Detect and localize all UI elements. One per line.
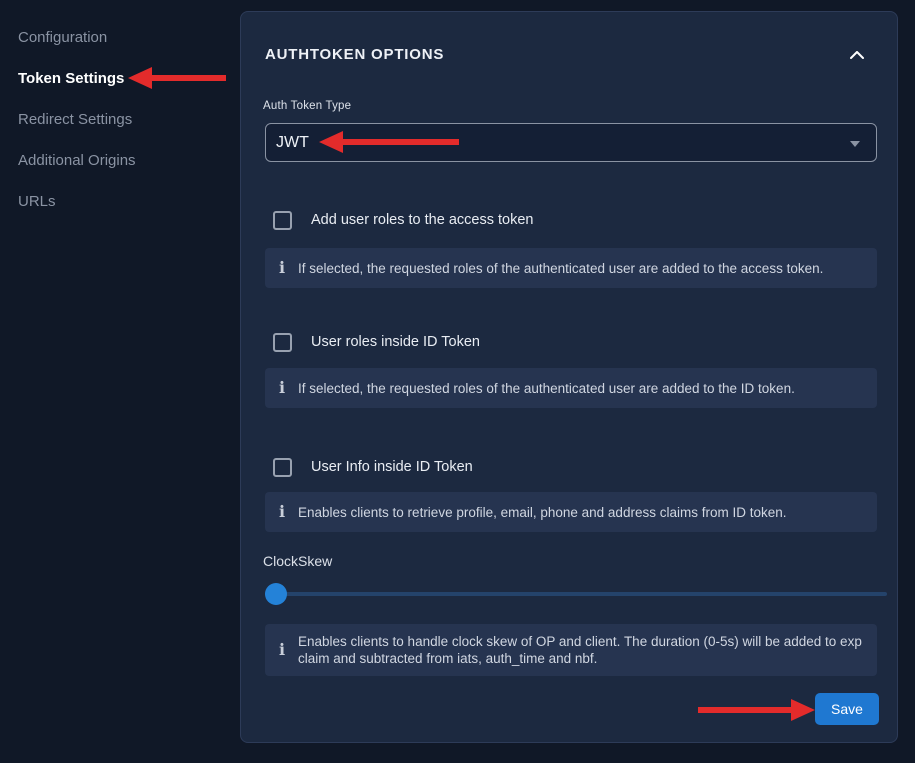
collapse-section-button[interactable]: [844, 42, 870, 68]
info-box-user-info: ℹ Enables clients to retrieve profile, e…: [265, 492, 877, 532]
info-icon: ℹ: [277, 642, 287, 658]
user-info-id-token-checkbox[interactable]: [273, 458, 292, 477]
sidebar-item-token-settings[interactable]: Token Settings: [18, 70, 124, 87]
info-text: If selected, the requested roles of the …: [298, 380, 795, 397]
info-text: Enables clients to handle clock skew of …: [298, 633, 865, 667]
annotation-arrow-save: [698, 699, 815, 721]
authtoken-options-card: AUTHTOKEN OPTIONS Auth Token Type JWT Ad…: [240, 11, 898, 743]
checkbox-label: User Info inside ID Token: [311, 459, 473, 475]
info-icon: ℹ: [277, 260, 287, 276]
info-text: Enables clients to retrieve profile, ema…: [298, 504, 787, 521]
save-button[interactable]: Save: [815, 693, 879, 725]
slider-track[interactable]: [265, 592, 887, 596]
info-icon: ℹ: [277, 380, 287, 396]
chevron-down-icon: [850, 141, 860, 147]
auth-token-type-select[interactable]: JWT: [265, 123, 877, 162]
settings-sidebar: Configuration Token Settings Redirect Se…: [0, 0, 240, 763]
arrow-head-icon: [791, 699, 815, 721]
clockskew-slider[interactable]: [265, 583, 887, 605]
chevron-up-icon: [850, 51, 864, 59]
checkbox-row-access-token-roles: Add user roles to the access token: [273, 209, 533, 231]
auth-token-type-value: JWT: [276, 134, 309, 152]
user-roles-id-token-checkbox[interactable]: [273, 333, 292, 352]
sidebar-item-redirect-settings[interactable]: Redirect Settings: [18, 111, 132, 128]
info-icon: ℹ: [277, 504, 287, 520]
info-text: If selected, the requested roles of the …: [298, 260, 823, 277]
arrow-shaft: [698, 707, 791, 713]
checkbox-label: Add user roles to the access token: [311, 212, 533, 228]
card-title: AUTHTOKEN OPTIONS: [265, 46, 444, 63]
checkbox-row-user-info: User Info inside ID Token: [273, 456, 473, 478]
checkbox-label: User roles inside ID Token: [311, 334, 480, 350]
info-box-id-token-roles: ℹ If selected, the requested roles of th…: [265, 368, 877, 408]
sidebar-item-configuration[interactable]: Configuration: [18, 29, 107, 46]
sidebar-item-urls[interactable]: URLs: [18, 193, 56, 210]
add-user-roles-checkbox[interactable]: [273, 211, 292, 230]
info-box-clockskew: ℹ Enables clients to handle clock skew o…: [265, 624, 877, 676]
sidebar-item-additional-origins[interactable]: Additional Origins: [18, 152, 136, 169]
slider-thumb[interactable]: [265, 583, 287, 605]
info-box-access-token-roles: ℹ If selected, the requested roles of th…: [265, 248, 877, 288]
auth-token-type-label: Auth Token Type: [263, 100, 351, 112]
clockskew-label: ClockSkew: [263, 553, 332, 569]
checkbox-row-id-token-roles: User roles inside ID Token: [273, 331, 480, 353]
